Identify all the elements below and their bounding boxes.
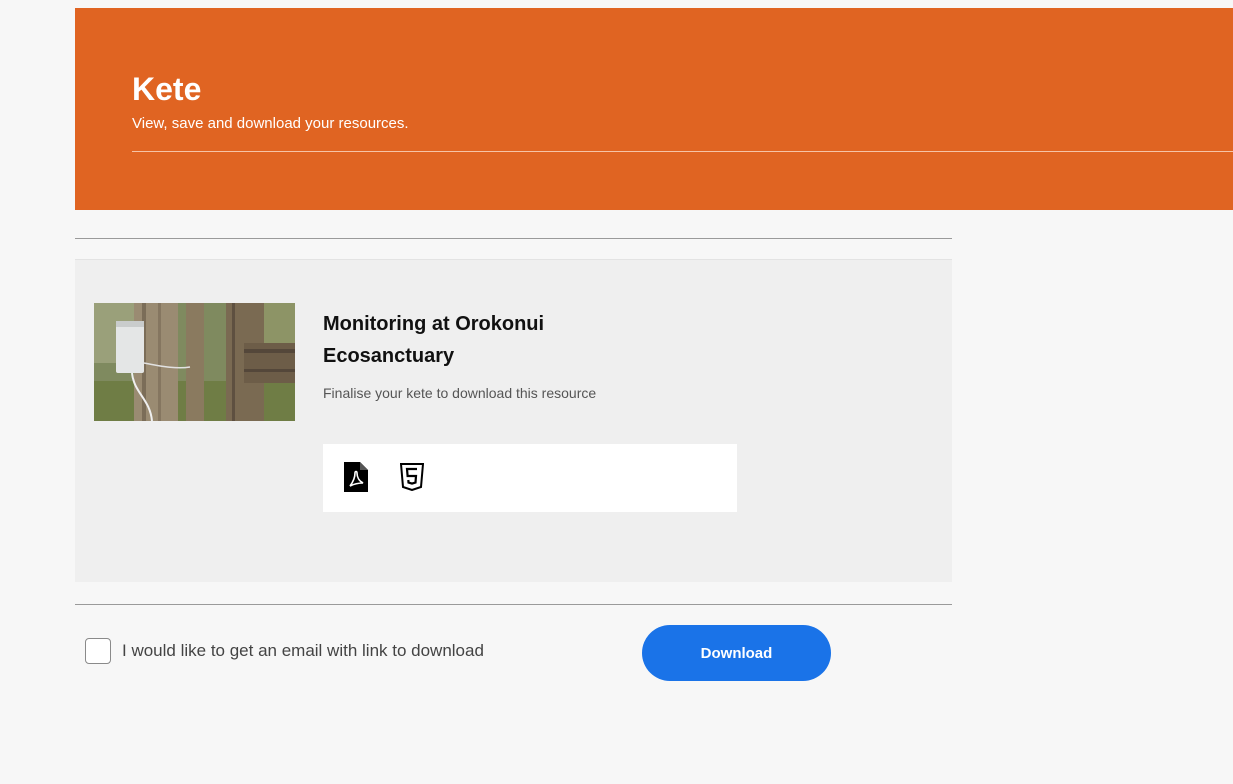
html5-icon[interactable] — [399, 463, 425, 493]
download-button[interactable]: Download — [642, 625, 831, 681]
top-divider — [75, 238, 952, 239]
resource-card: Monitoring at Orokonui Ecosanctuary Fina… — [75, 259, 952, 582]
resource-note: Finalise your kete to download this reso… — [323, 385, 597, 401]
page-title: Kete — [132, 71, 202, 107]
resource-title[interactable]: Monitoring at Orokonui Ecosanctuary — [323, 308, 643, 372]
bottom-divider — [75, 604, 952, 605]
page-subtitle: View, save and download your resources. — [132, 115, 409, 132]
format-list — [323, 444, 737, 512]
email-checkbox[interactable] — [85, 638, 111, 664]
page-top-edge — [0, 0, 1233, 8]
photo-thumbnail — [94, 303, 295, 421]
header-divider — [132, 151, 1233, 152]
resource-thumbnail[interactable] — [94, 303, 295, 421]
pdf-file-icon[interactable] — [344, 462, 368, 492]
email-checkbox-label[interactable]: I would like to get an email with link t… — [122, 640, 484, 662]
kete-header: Kete View, save and download your resour… — [75, 8, 1233, 210]
